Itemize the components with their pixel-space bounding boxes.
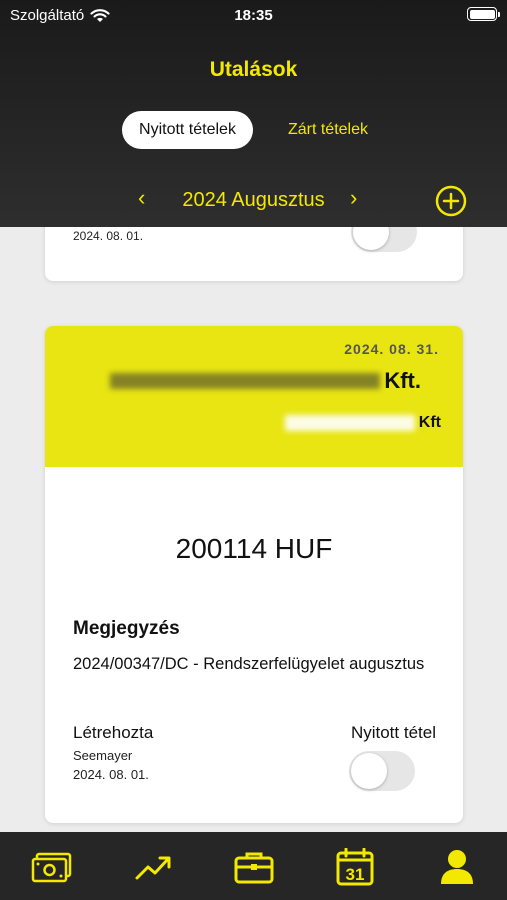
- redacted-text: [284, 415, 415, 431]
- open-item-toggle[interactable]: [349, 751, 415, 791]
- due-date: 2024. 08. 31.: [344, 341, 439, 357]
- clock: 18:35: [234, 7, 273, 24]
- status-bar: Szolgáltató 18:35: [0, 0, 507, 32]
- tab-statistics[interactable]: [133, 848, 175, 886]
- tab-business[interactable]: [233, 848, 275, 886]
- tab-calendar[interactable]: 31: [334, 848, 376, 886]
- created-date: 2024. 08. 01.: [73, 229, 144, 243]
- amount: 200114 HUF: [175, 533, 333, 564]
- partner-suffix: Kft: [418, 414, 441, 431]
- open-item-label: Nyitott tétel: [350, 723, 436, 742]
- redacted-text: [110, 373, 381, 389]
- month-navigator: ‹ 2024 Augusztus ›: [0, 183, 507, 219]
- bottom-tab-bar: 31: [0, 832, 507, 900]
- person-icon: [441, 850, 473, 884]
- page-title: Utalások: [209, 58, 298, 81]
- tab-transfers[interactable]: [31, 848, 73, 886]
- battery-icon: [467, 7, 500, 21]
- month-label: 2024 Augusztus: [182, 189, 325, 211]
- company-name: Kft.: [110, 368, 421, 394]
- note-label: Megjegyzés: [73, 618, 180, 639]
- transfer-card[interactable]: 2024. 08. 31. Kft. Kft 200114 HUF Megjeg…: [45, 326, 463, 823]
- tab-closed-items[interactable]: Zárt tételek: [271, 111, 385, 149]
- briefcase-icon: [234, 852, 274, 884]
- calendar-icon: 31: [336, 848, 374, 886]
- trend-icon: [135, 856, 171, 880]
- tab-open-items[interactable]: Nyitott tételek: [122, 111, 253, 149]
- money-icon: [31, 852, 72, 883]
- segmented-tabs: Nyitott tételek Zárt tételek: [0, 111, 507, 149]
- creator-name: Seemayer: [73, 748, 133, 763]
- created-by-label: Létrehozta: [73, 723, 154, 742]
- tab-profile[interactable]: [436, 848, 478, 886]
- note-text: 2024/00347/DC - Rendszerfelügyelet augus…: [73, 655, 425, 673]
- company-suffix: Kft.: [384, 368, 421, 393]
- partner-name: Kft: [284, 414, 441, 432]
- chevron-right-icon[interactable]: ›: [350, 185, 357, 211]
- card-banner: 2024. 08. 31. Kft. Kft: [45, 326, 463, 467]
- header: Szolgáltató 18:35 Utalások Nyitott tétel…: [0, 0, 507, 227]
- add-circle-icon[interactable]: [435, 185, 467, 217]
- created-date: 2024. 08. 01.: [73, 767, 149, 782]
- calendar-day: 31: [346, 865, 365, 884]
